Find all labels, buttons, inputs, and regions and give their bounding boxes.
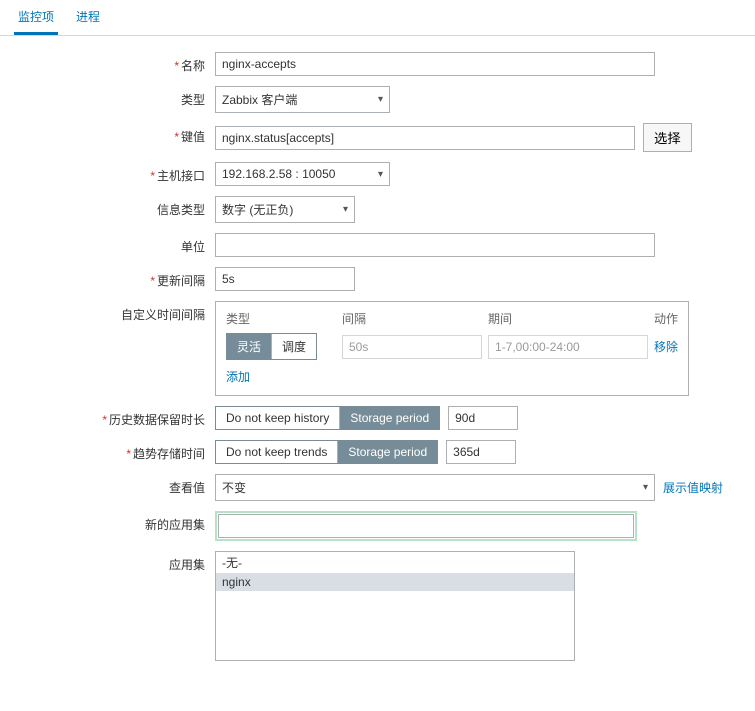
trend-value-input[interactable] (446, 440, 516, 464)
interval-period-input[interactable]: 1-7,00:00-24:00 (488, 335, 648, 359)
label-update-interval: *更新间隔 (20, 267, 215, 289)
tab-process[interactable]: 进程 (72, 0, 104, 35)
interval-seg-flex[interactable]: 灵活 (227, 334, 271, 359)
type-select[interactable]: Zabbix 客户端▾ (215, 86, 390, 113)
interval-header-type: 类型 (226, 310, 336, 327)
chevron-down-icon: ▾ (378, 169, 383, 180)
interval-header-gap: 间隔 (342, 310, 482, 327)
show-value-map-link[interactable]: 展示值映射 (663, 479, 723, 496)
host-iface-select[interactable]: 192.168.2.58 : 10050▾ (215, 162, 390, 186)
appset-option-nginx[interactable]: nginx (216, 573, 574, 591)
label-info-type: 信息类型 (20, 196, 215, 218)
tab-monitor[interactable]: 监控项 (14, 0, 58, 35)
label-history-keep: *历史数据保留时长 (20, 406, 215, 428)
label-type: 类型 (20, 86, 215, 108)
appset-listbox[interactable]: -无- nginx (215, 551, 575, 661)
key-input[interactable] (215, 126, 635, 150)
label-appset: 应用集 (20, 551, 215, 573)
label-view-value: 查看值 (20, 474, 215, 496)
history-nokeep[interactable]: Do not keep history (216, 407, 339, 429)
update-interval-input[interactable] (215, 267, 355, 291)
label-key: *键值 (20, 123, 215, 145)
view-value-select[interactable]: 不变▾ (215, 474, 655, 501)
label-host-iface: *主机接口 (20, 162, 215, 184)
chevron-down-icon: ▾ (343, 204, 348, 215)
trend-nokeep[interactable]: Do not keep trends (216, 441, 337, 463)
info-type-select[interactable]: 数字 (无正负)▾ (215, 196, 355, 223)
select-key-button[interactable]: 选择 (643, 123, 692, 152)
interval-remove-link[interactable]: 移除 (654, 338, 694, 355)
label-custom-interval: 自定义时间间隔 (20, 301, 215, 323)
interval-type-segmented[interactable]: 灵活 调度 (226, 333, 317, 360)
chevron-down-icon: ▾ (378, 94, 383, 105)
chevron-down-icon: ▾ (643, 482, 648, 493)
form: *名称 类型 Zabbix 客户端▾ *键值 选择 *主机接口 192.168.… (0, 36, 755, 711)
interval-add-link[interactable]: 添加 (226, 370, 250, 384)
interval-header-action: 动作 (654, 310, 694, 327)
history-value-input[interactable] (448, 406, 518, 430)
label-trend-keep: *趋势存储时间 (20, 440, 215, 462)
unit-input[interactable] (215, 233, 655, 257)
label-unit: 单位 (20, 233, 215, 255)
interval-seg-sched[interactable]: 调度 (271, 334, 316, 359)
name-input[interactable] (215, 52, 655, 76)
appset-option-none[interactable]: -无- (216, 552, 574, 573)
label-new-appset: 新的应用集 (20, 511, 215, 533)
new-appset-highlight (215, 511, 637, 541)
trend-segmented[interactable]: Do not keep trends Storage period (215, 440, 438, 464)
tabs: 监控项 进程 (0, 0, 755, 36)
history-storage[interactable]: Storage period (339, 407, 439, 429)
history-segmented[interactable]: Do not keep history Storage period (215, 406, 440, 430)
trend-storage[interactable]: Storage period (337, 441, 437, 463)
interval-gap-input[interactable]: 50s (342, 335, 482, 359)
new-appset-input[interactable] (218, 514, 634, 538)
label-name: *名称 (20, 52, 215, 74)
custom-interval-box: 类型 间隔 期间 动作 灵活 调度 50s 1-7,00:00-24:00 移除… (215, 301, 689, 396)
interval-header-period: 期间 (488, 310, 648, 327)
